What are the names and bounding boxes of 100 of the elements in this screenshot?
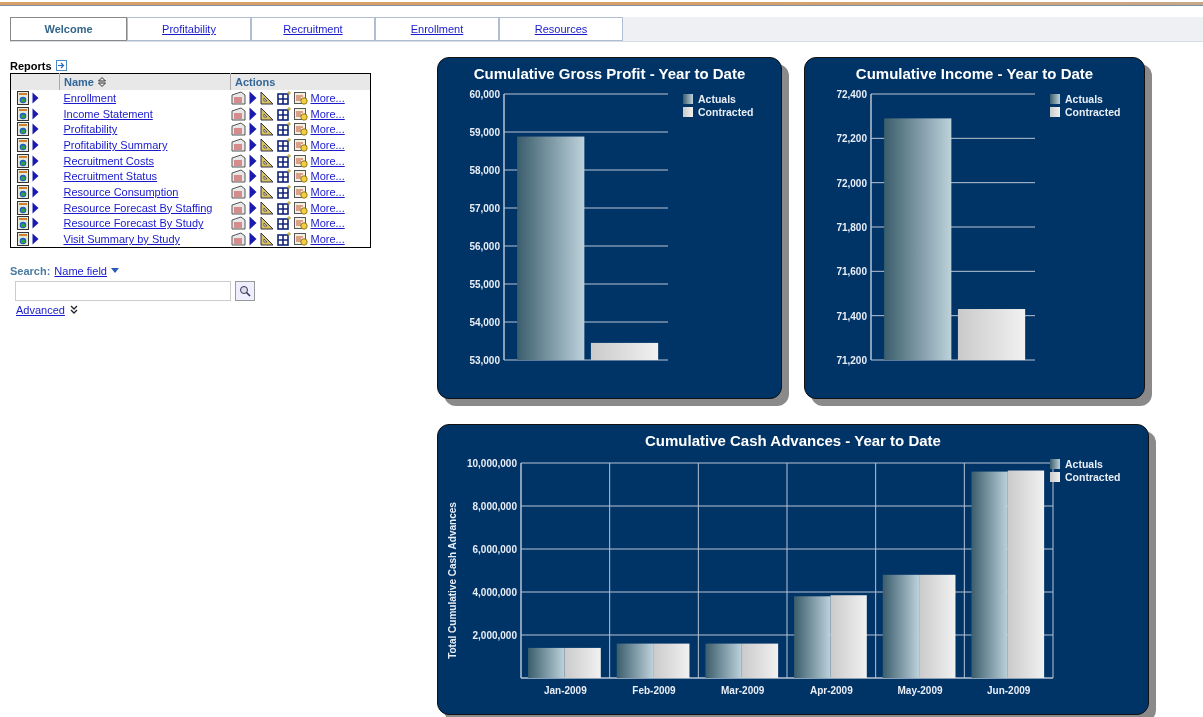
report-icon[interactable] bbox=[17, 232, 29, 247]
document-icon[interactable] bbox=[230, 169, 246, 184]
calendar-icon[interactable] bbox=[293, 122, 308, 137]
grid-icon[interactable] bbox=[276, 153, 291, 168]
play-icon[interactable] bbox=[32, 123, 39, 136]
more-link[interactable]: More... bbox=[310, 153, 345, 168]
tab[interactable]: Welcome bbox=[10, 17, 127, 41]
more-link[interactable]: More... bbox=[310, 137, 345, 152]
document-icon[interactable] bbox=[230, 200, 246, 215]
document-icon[interactable] bbox=[230, 232, 246, 247]
more-link[interactable]: More... bbox=[310, 200, 345, 215]
play-icon[interactable] bbox=[248, 200, 257, 215]
play-icon[interactable] bbox=[248, 153, 257, 168]
calendar-icon[interactable] bbox=[293, 232, 308, 247]
legend-swatch bbox=[1050, 459, 1060, 469]
play-icon[interactable] bbox=[248, 184, 257, 199]
arrow-box-icon[interactable] bbox=[55, 60, 67, 71]
tab[interactable]: Profitability bbox=[127, 17, 251, 41]
grid-icon[interactable] bbox=[276, 106, 291, 121]
report-link[interactable]: Resource Forecast By Study bbox=[63, 217, 204, 230]
column-header[interactable]: Name bbox=[64, 76, 94, 88]
calendar-icon[interactable] bbox=[293, 153, 308, 168]
calendar-icon[interactable] bbox=[293, 184, 308, 199]
more-link[interactable]: More... bbox=[310, 184, 345, 199]
search-button[interactable] bbox=[235, 280, 255, 301]
advanced-link[interactable]: Advanced bbox=[16, 303, 65, 316]
calendar-icon[interactable] bbox=[293, 90, 308, 105]
grid-icon[interactable] bbox=[276, 216, 291, 231]
report-link[interactable]: Resource Forecast By Staffing bbox=[63, 201, 213, 214]
play-icon[interactable] bbox=[32, 170, 39, 183]
report-link[interactable]: Recruitment Costs bbox=[63, 154, 154, 167]
more-link[interactable]: More... bbox=[310, 169, 345, 184]
more-link[interactable]: More... bbox=[310, 106, 345, 121]
calendar-icon[interactable] bbox=[293, 216, 308, 231]
play-icon[interactable] bbox=[32, 217, 39, 230]
report-link[interactable]: Profitability Summary bbox=[63, 138, 168, 151]
more-link[interactable]: More... bbox=[310, 232, 345, 247]
calendar-icon[interactable] bbox=[293, 137, 308, 152]
more-link[interactable]: More... bbox=[310, 90, 345, 105]
document-icon[interactable] bbox=[230, 122, 246, 137]
document-icon[interactable] bbox=[230, 90, 246, 105]
axis-tick-label: 56,000 bbox=[469, 241, 500, 252]
report-link[interactable]: Profitability bbox=[63, 123, 118, 136]
play-icon[interactable] bbox=[248, 90, 257, 105]
grid-icon[interactable] bbox=[276, 122, 291, 137]
play-icon[interactable] bbox=[32, 154, 39, 167]
report-link[interactable]: Enrollment bbox=[63, 91, 117, 104]
sort-icon[interactable] bbox=[97, 77, 106, 87]
tab[interactable]: Resources bbox=[499, 17, 623, 41]
play-icon[interactable] bbox=[248, 232, 257, 247]
play-icon[interactable] bbox=[248, 216, 257, 231]
report-icon[interactable] bbox=[17, 106, 29, 121]
play-icon[interactable] bbox=[32, 233, 39, 246]
grid-icon[interactable] bbox=[276, 184, 291, 199]
tab[interactable]: Enrollment bbox=[375, 17, 499, 41]
document-icon[interactable] bbox=[230, 137, 246, 152]
calendar-icon[interactable] bbox=[293, 200, 308, 215]
report-icon[interactable] bbox=[17, 216, 29, 231]
document-icon[interactable] bbox=[230, 184, 246, 199]
report-icon[interactable] bbox=[17, 137, 29, 152]
caret-icon[interactable] bbox=[110, 268, 119, 274]
document-icon[interactable] bbox=[230, 153, 246, 168]
report-icon[interactable] bbox=[17, 169, 29, 184]
play-icon[interactable] bbox=[248, 137, 257, 152]
play-icon[interactable] bbox=[32, 91, 39, 104]
report-icon[interactable] bbox=[17, 122, 29, 137]
report-link[interactable]: Resource Consumption bbox=[63, 185, 179, 198]
document-icon[interactable] bbox=[230, 216, 246, 231]
play-icon[interactable] bbox=[248, 169, 257, 184]
calendar-icon[interactable] bbox=[293, 169, 308, 184]
grid-icon[interactable] bbox=[276, 169, 291, 184]
search-field[interactable] bbox=[15, 280, 231, 301]
play-icon[interactable] bbox=[32, 138, 39, 151]
more-link[interactable]: More... bbox=[310, 122, 345, 137]
play-icon[interactable] bbox=[248, 106, 257, 121]
grid-icon[interactable] bbox=[276, 200, 291, 215]
field-dropdown[interactable]: Name field bbox=[54, 264, 107, 277]
report-icon[interactable] bbox=[17, 200, 29, 215]
grid-icon[interactable] bbox=[276, 90, 291, 105]
report-link[interactable]: Income Statement bbox=[63, 107, 153, 120]
calendar-icon[interactable] bbox=[293, 106, 308, 121]
axis-tick-label: 10,000,000 bbox=[466, 458, 517, 469]
tab[interactable]: Recruitment bbox=[251, 17, 375, 41]
grid-icon[interactable] bbox=[276, 137, 291, 152]
report-icon[interactable] bbox=[17, 153, 29, 168]
play-icon[interactable] bbox=[248, 122, 257, 137]
play-icon[interactable] bbox=[32, 185, 39, 198]
grid-icon[interactable] bbox=[276, 232, 291, 247]
report-link[interactable]: Recruitment Status bbox=[63, 170, 158, 183]
play-icon[interactable] bbox=[32, 107, 39, 120]
double-chevron-icon[interactable] bbox=[69, 305, 78, 315]
category-label: Apr-2009 bbox=[809, 685, 853, 696]
document-icon[interactable] bbox=[230, 106, 246, 121]
axis-tick-label: 58,000 bbox=[469, 165, 500, 176]
more-link[interactable]: More... bbox=[310, 216, 345, 231]
play-icon[interactable] bbox=[32, 201, 39, 214]
axis-tick-label: 57,000 bbox=[469, 203, 500, 214]
report-icon[interactable] bbox=[17, 90, 29, 105]
report-link[interactable]: Visit Summary by Study bbox=[63, 233, 181, 246]
report-icon[interactable] bbox=[17, 184, 29, 199]
